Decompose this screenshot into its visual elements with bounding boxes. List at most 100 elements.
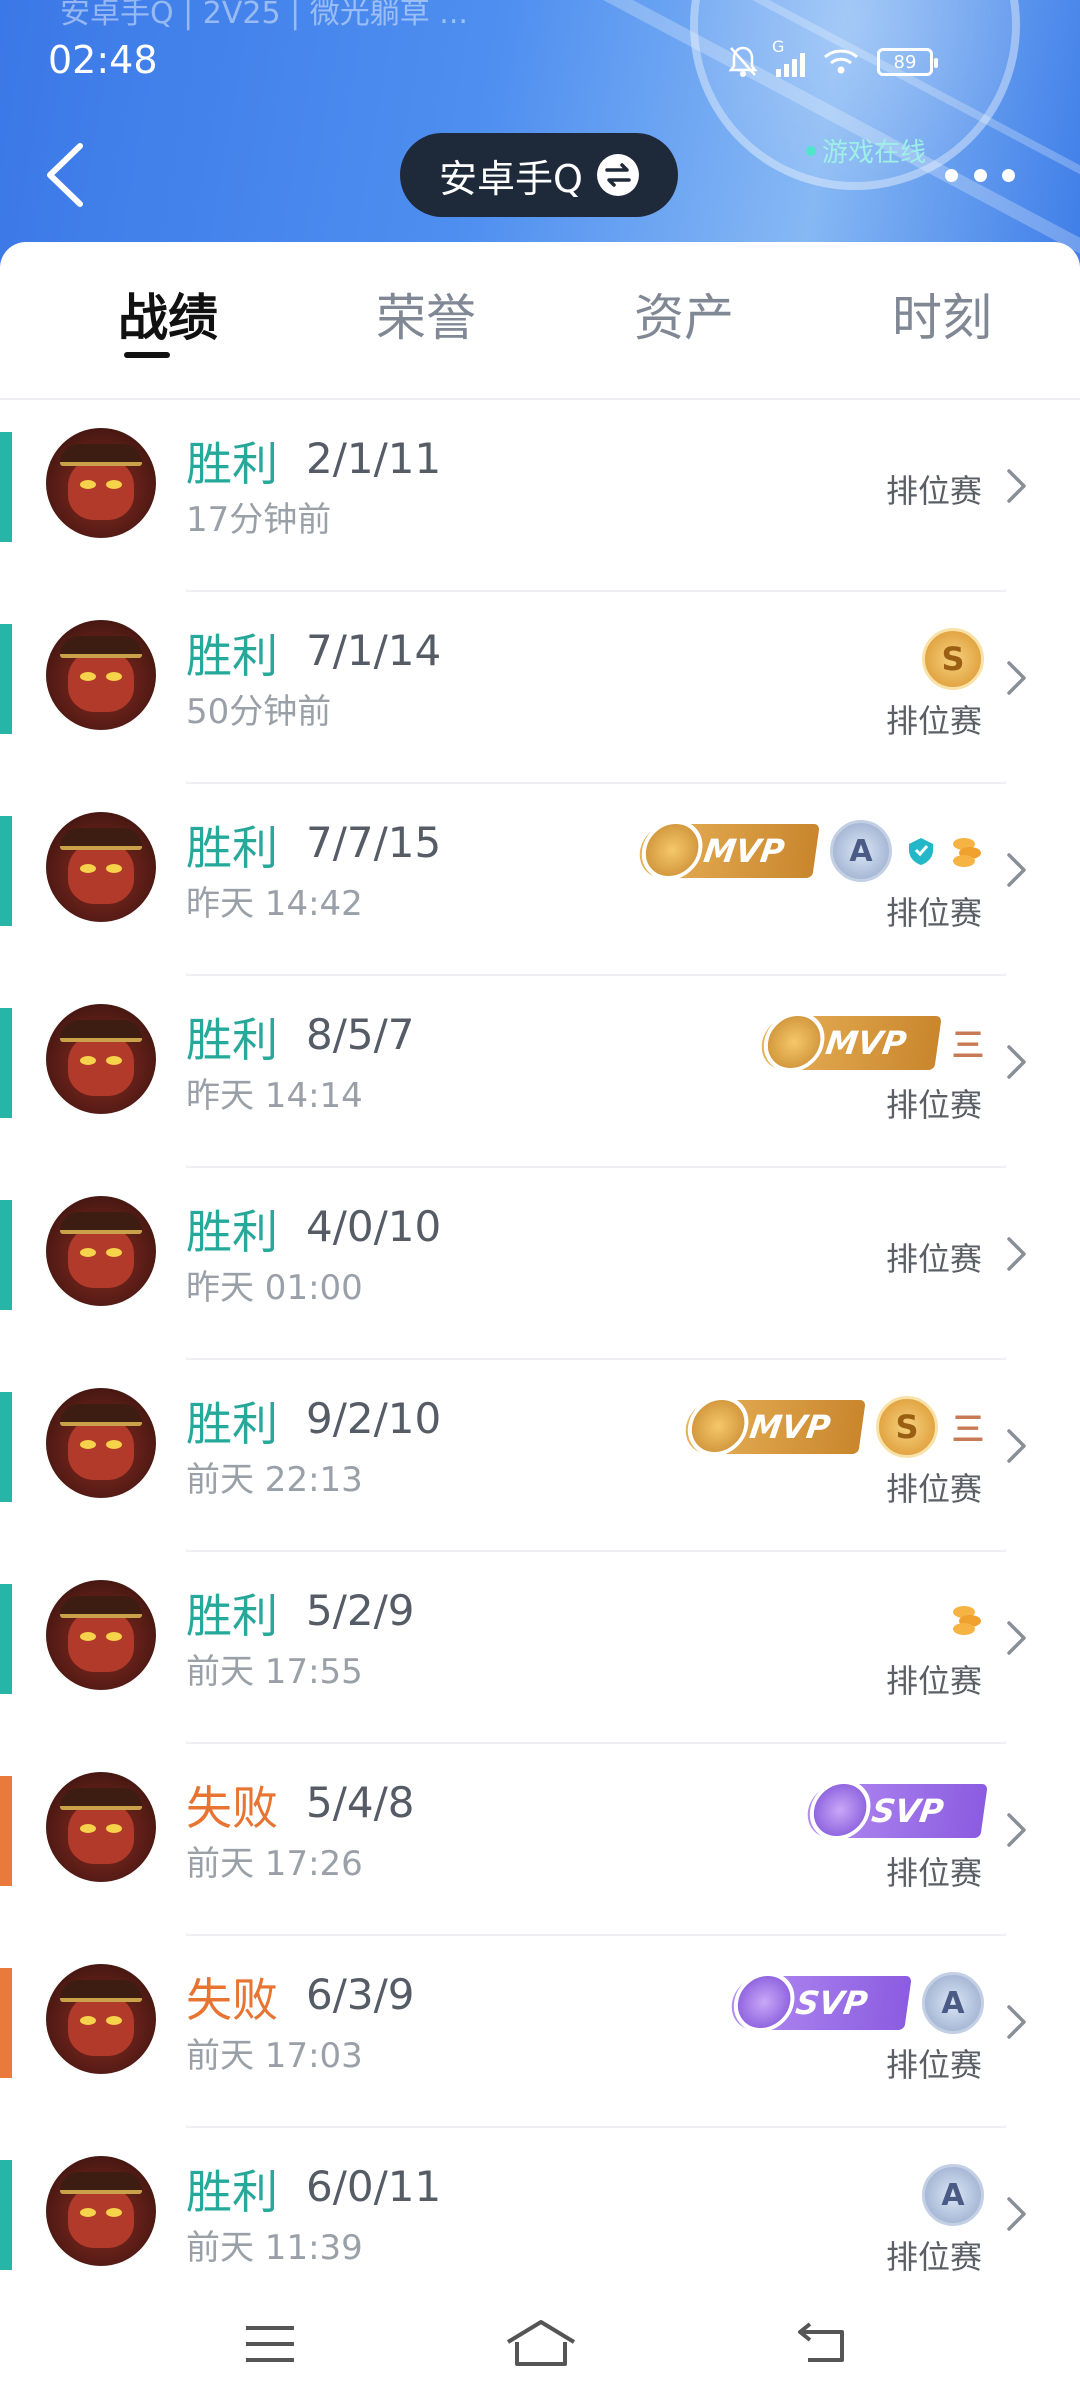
mvp-medal-icon: [759, 1012, 829, 1072]
result-indicator-bar: [0, 1392, 12, 1502]
match-mode: 排位赛: [885, 472, 982, 510]
kda: 7/7/15: [306, 818, 442, 867]
tab-honor[interactable]: 荣誉: [326, 278, 526, 350]
wifi-icon: [824, 49, 858, 74]
tab-assets[interactable]: 资产: [584, 278, 784, 350]
match-mode: 排位赛: [885, 1086, 982, 1124]
hero-avatar: [46, 812, 156, 922]
match-time: 昨天 14:42: [186, 884, 363, 924]
a-rating-badge: A: [830, 820, 892, 882]
tab-moments[interactable]: 时刻: [842, 278, 1042, 350]
match-result: 胜利: [186, 821, 278, 875]
match-badges: S: [922, 626, 984, 692]
kda: 4/0/10: [306, 1202, 442, 1251]
kda: 7/1/14: [306, 626, 442, 675]
battery-icon: 89: [877, 48, 938, 76]
record-row[interactable]: 胜利 5/2/9 前天 17:55 排位赛: [0, 1552, 1080, 1744]
chevron-right-icon: [1007, 661, 1026, 695]
hero-avatar: [46, 428, 156, 538]
a-rating-badge: A: [922, 2164, 984, 2226]
online-status-text: 游戏在线: [822, 138, 927, 168]
back-nav-button[interactable]: [794, 2316, 854, 2372]
coins-icon: [953, 838, 981, 867]
match-time: 前天 22:13: [186, 1460, 363, 1500]
chevron-right-icon: [1007, 2005, 1026, 2039]
kda: 6/0/11: [306, 2162, 442, 2211]
s-rating-badge: S: [875, 1396, 938, 1458]
match-mode: 排位赛: [885, 702, 982, 740]
kda: 5/2/9: [306, 1586, 415, 1635]
record-row[interactable]: 胜利 4/0/10 昨天 01:00 排位赛: [0, 1168, 1080, 1360]
shield-icon: [909, 838, 933, 865]
record-row[interactable]: 胜利 7/7/15 昨天 14:42 MVP A 排位赛: [0, 784, 1080, 976]
match-mode: 排位赛: [885, 1240, 982, 1278]
hero-avatar: [46, 1964, 156, 2074]
hero-avatar: [46, 1196, 156, 1306]
menu-button[interactable]: [240, 2316, 300, 2372]
chevron-left-icon: [47, 143, 83, 207]
swap-icon: [596, 154, 639, 196]
match-mode: 排位赛: [885, 894, 982, 932]
kda: 6/3/9: [306, 1970, 415, 2019]
online-status: 游戏在线: [806, 132, 926, 169]
match-result: 失败: [186, 1781, 278, 1835]
kda: 8/5/7: [306, 1010, 415, 1059]
system-nav-bar: [0, 2288, 1080, 2408]
record-row[interactable]: 失败 6/3/9 前天 17:03 SVP A 排位赛: [0, 1936, 1080, 2128]
record-row[interactable]: 失败 5/4/8 前天 17:26 SVP 排位赛: [0, 1744, 1080, 1936]
hero-avatar: [46, 1388, 156, 1498]
match-result: 胜利: [186, 1589, 278, 1643]
match-mode: 排位赛: [885, 2046, 982, 2084]
chevron-right-icon: [1007, 1621, 1026, 1655]
record-row[interactable]: 胜利 7/1/14 50分钟前 S 排位赛: [0, 592, 1080, 784]
status-bar-top-text: 安卓手Q | 2V25 | 微光躺草 ...: [60, 0, 468, 31]
result-indicator-bar: [0, 2160, 12, 2270]
match-time: 昨天 14:14: [186, 1076, 363, 1116]
svp-badge: SVP: [728, 1972, 912, 2032]
svp-medal-icon: [805, 1780, 875, 1840]
svp-label: SVP: [869, 1792, 946, 1830]
match-time: 前天 11:39: [186, 2228, 363, 2268]
match-badges: MVP 三: [758, 1010, 984, 1076]
result-indicator-bar: [0, 624, 12, 734]
tab-battle-record[interactable]: 战绩: [68, 278, 268, 350]
record-row[interactable]: 胜利 8/5/7 昨天 14:14 MVP 三排位赛: [0, 976, 1080, 1168]
record-row[interactable]: 胜利 2/1/11 17分钟前 排位赛: [0, 400, 1080, 592]
match-time: 前天 17:03: [186, 2036, 363, 2076]
a-rating-badge: A: [922, 1972, 984, 2034]
chevron-right-icon: [1007, 469, 1026, 503]
match-badges: MVP A: [636, 818, 984, 884]
match-mode: 排位赛: [885, 2238, 982, 2276]
home-icon: [506, 2320, 576, 2366]
chevron-right-icon: [1007, 853, 1026, 887]
triple-kill-badge: 三: [951, 1410, 984, 1448]
page-title: 安卓手Q: [439, 156, 583, 201]
svp-medal-icon: [729, 1972, 799, 2032]
account-switch-button[interactable]: 安卓手Q: [400, 133, 678, 217]
match-result: 胜利: [186, 1013, 278, 1067]
triple-kill-badge: 三: [951, 1026, 984, 1064]
more-button[interactable]: [945, 160, 1015, 190]
result-indicator-bar: [0, 1584, 12, 1694]
chevron-right-icon: [1007, 1237, 1026, 1271]
hero-avatar: [46, 2156, 156, 2266]
home-button[interactable]: [504, 2316, 578, 2372]
hero-avatar: [46, 1004, 156, 1114]
kda: 2/1/11: [306, 434, 442, 483]
match-time: 17分钟前: [186, 500, 332, 540]
coins-icon: [953, 1606, 981, 1635]
chevron-right-icon: [1007, 1813, 1026, 1847]
record-row[interactable]: 胜利 9/2/10 前天 22:13 MVP S 三排位赛: [0, 1360, 1080, 1552]
mvp-label: MVP: [823, 1024, 909, 1062]
match-result: 胜利: [186, 629, 278, 683]
back-button[interactable]: [40, 140, 100, 210]
svp-label: SVP: [793, 1984, 870, 2022]
match-badges: [950, 1586, 984, 1652]
match-mode: 排位赛: [885, 1470, 982, 1508]
match-result: 胜利: [186, 437, 278, 491]
match-result: 胜利: [186, 2165, 278, 2219]
status-time: 02:48: [48, 38, 158, 82]
chevron-right-icon: [1007, 1045, 1026, 1079]
signal-icon: G: [772, 37, 805, 77]
mvp-badge: MVP: [682, 1396, 866, 1456]
